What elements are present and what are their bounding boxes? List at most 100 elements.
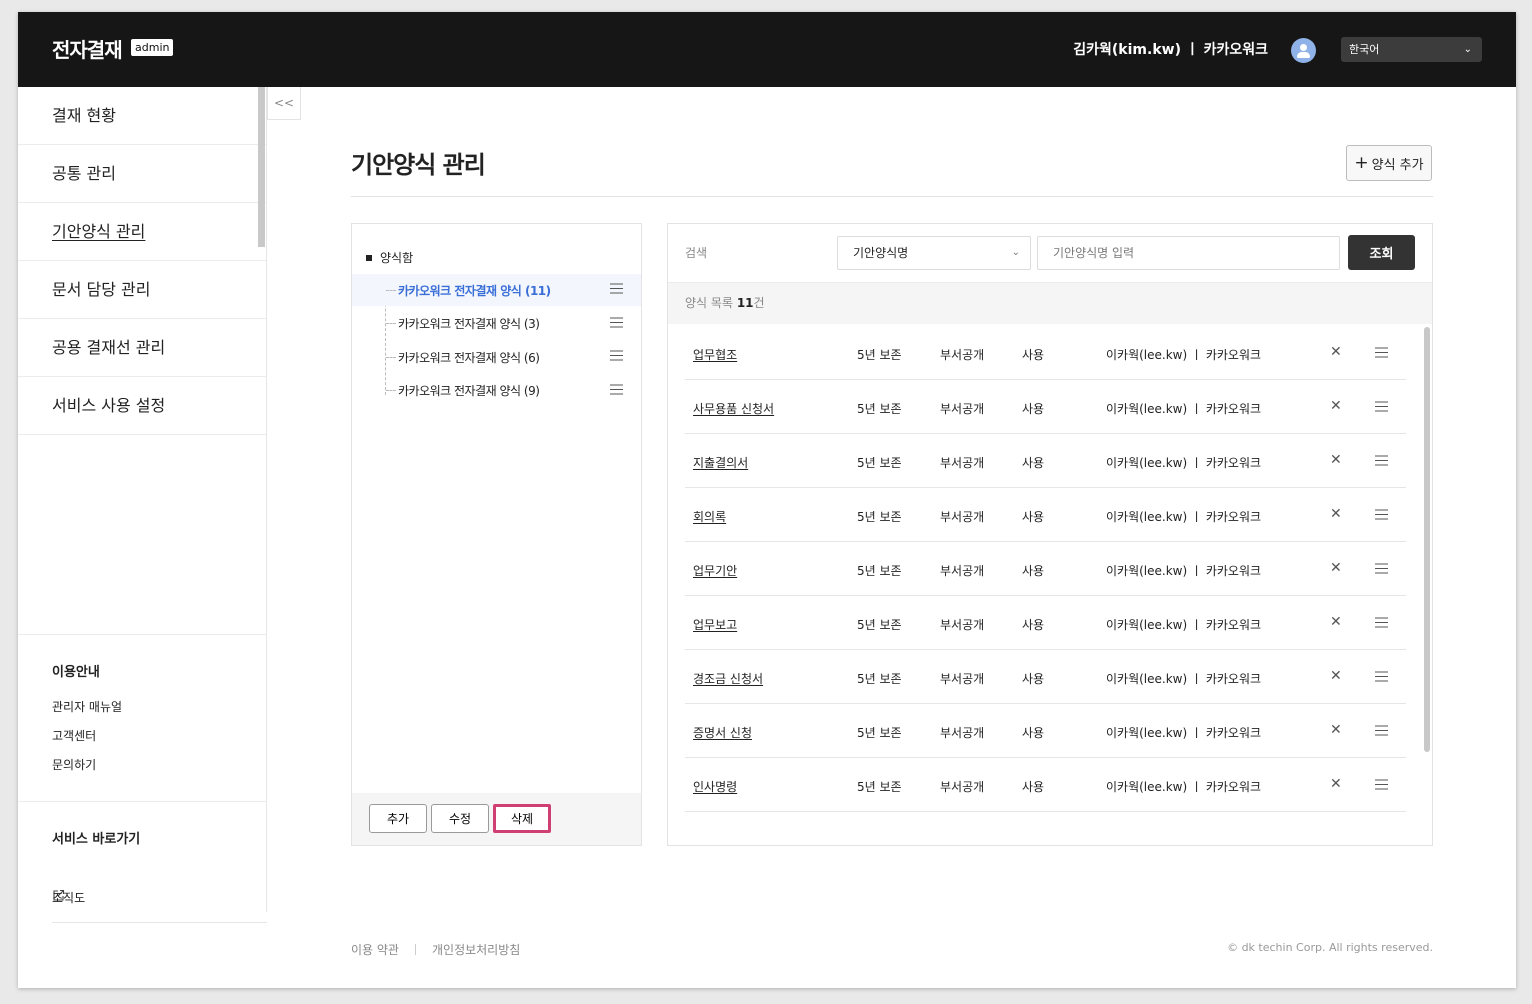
table-row: 지출결의서 5년 보존 부서공개 사용 이카웍(lee.kw) ㅣ 카카오워크 ✕ [685,434,1406,488]
close-icon[interactable]: ✕ [1330,398,1342,414]
form-name-link[interactable]: 업무기안 [693,562,737,579]
customer-center-link[interactable]: 고객센터 [52,727,267,744]
drag-menu-icon[interactable] [1375,455,1388,469]
search-input[interactable] [1037,236,1340,270]
owner-cell: 이카웍(lee.kw) ㅣ 카카오워크 [1106,780,1262,794]
drag-menu-icon[interactable] [610,283,623,297]
tree-delete-button[interactable]: 삭제 [493,804,551,833]
close-icon[interactable]: ✕ [1330,776,1342,792]
form-name-link[interactable]: 업무협조 [693,346,737,363]
language-value: 한국어 [1349,43,1380,56]
sidebar-item-label: 서비스 사용 설정 [52,396,166,415]
list-count-suffix: 건 [753,296,765,310]
status-cell: 사용 [1022,402,1045,416]
sidebar-collapse-button[interactable]: << [267,87,301,120]
terms-link[interactable]: 이용 약관 [351,941,399,958]
sidebar-item[interactable]: 서비스 사용 설정 [18,377,266,435]
form-name-link[interactable]: 업무보고 [693,616,737,633]
sidebar-scrollbar[interactable] [258,87,265,247]
status-cell: 사용 [1022,348,1045,362]
tree-add-button[interactable]: 추가 [369,804,427,833]
tree-item[interactable]: 카카오워크 전자결재 양식 (9) [352,375,641,407]
tree-item-label: 카카오워크 전자결재 양식 (3) [398,317,540,331]
search-field-select[interactable]: 기안양식명 ⌄ [837,236,1031,270]
visibility-cell: 부서공개 [940,564,985,578]
sidebar-item[interactable]: 기안양식 관리 [18,203,266,261]
retention-cell: 5년 보존 [857,780,902,794]
form-name-link[interactable]: 경조금 신청서 [693,670,763,687]
close-icon[interactable]: ✕ [1330,560,1342,576]
sidebar-item-label: 공통 관리 [52,164,116,183]
close-icon[interactable]: ✕ [1330,452,1342,468]
retention-cell: 5년 보존 [857,348,902,362]
page-title: 기안양식 관리 [351,151,486,179]
search-label: 검색 [685,246,708,260]
visibility-cell: 부서공개 [940,402,985,416]
sidebar-item[interactable]: 공통 관리 [18,145,266,203]
tree-edit-button[interactable]: 수정 [431,804,489,833]
app-brand[interactable]: 전자결재 [52,34,123,63]
owner-cell: 이카웍(lee.kw) ㅣ 카카오워크 [1106,456,1262,470]
search-button[interactable]: 조회 [1348,235,1415,270]
tree-item-label: 카카오워크 전자결재 양식 (9) [398,384,540,398]
privacy-link[interactable]: 개인정보처리방침 [432,941,520,958]
drag-menu-icon[interactable] [1375,725,1388,739]
tree-root[interactable]: 양식함 [366,249,413,266]
user-name: 김카웍(kim.kw) ㅣ 카카오워크 [1073,42,1268,58]
chevron-down-icon: ⌄ [1011,247,1020,258]
drag-menu-icon[interactable] [1375,617,1388,631]
org-chart-link[interactable]: 조직도 [52,869,267,923]
sidebar: 결재 현황공통 관리기안양식 관리 문서 담당 관리 공용 결재선 관리서비스 사용… [18,87,267,923]
drag-menu-icon[interactable] [610,350,623,364]
retention-cell: 5년 보존 [857,726,902,740]
close-icon[interactable]: ✕ [1330,722,1342,738]
plus-icon: + [1354,152,1369,173]
app-window: 전자결재 admin 김카웍(kim.kw) ㅣ 카카오워크 한국어 ⌄ 결재 … [18,12,1516,988]
tree-item-label: 카카오워크 전자결재 양식 (11) [398,283,551,298]
sidebar-item[interactable]: 문서 담당 관리 [18,261,266,319]
owner-cell: 이카웍(lee.kw) ㅣ 카카오워크 [1106,672,1262,686]
sidebar-item[interactable]: 결재 현황 [18,87,266,145]
drag-menu-icon[interactable] [1375,347,1388,361]
tree-item[interactable]: 카카오워크 전자결재 양식 (6) [352,341,641,373]
form-name-link[interactable]: 회의록 [693,508,726,525]
add-form-label: 양식 추가 [1371,157,1424,173]
admin-manual-link[interactable]: 관리자 매뉴얼 [52,698,267,715]
form-name-link[interactable]: 증명서 신청 [693,724,752,741]
language-select[interactable]: 한국어 ⌄ [1341,37,1482,62]
sidebar-item[interactable]: 공용 결재선 관리 [18,319,266,377]
retention-cell: 5년 보존 [857,510,902,524]
drag-menu-icon[interactable] [1375,563,1388,577]
retention-cell: 5년 보존 [857,402,902,416]
form-list: 업무협조 5년 보존 부서공개 사용 이카웍(lee.kw) ㅣ 카카오워크 ✕ 사무용품 … [685,326,1406,812]
list-summary-label: 양식 목록 [685,296,733,310]
tree-item[interactable]: 카카오워크 전자결재 양식 (11) [352,274,641,306]
owner-cell: 이카웍(lee.kw) ㅣ 카카오워크 [1106,564,1262,578]
drag-menu-icon[interactable] [610,316,623,331]
list-scrollbar[interactable] [1424,327,1430,752]
visibility-cell: 부서공개 [940,618,985,632]
owner-cell: 이카웍(lee.kw) ㅣ 카카오워크 [1106,726,1262,740]
drag-menu-icon[interactable] [1375,671,1388,685]
drag-menu-icon[interactable] [1375,509,1388,523]
close-icon[interactable]: ✕ [1330,614,1342,630]
drag-menu-icon[interactable] [1375,401,1388,415]
form-name-link[interactable]: 사무용품 신청서 [693,400,774,417]
tree-branch-line [386,323,396,324]
inquiry-link[interactable]: 문의하기 [52,756,267,773]
tree-item[interactable]: 카카오워크 전자결재 양식 (3) [352,308,641,340]
drag-menu-icon[interactable] [1375,779,1388,793]
drag-menu-icon[interactable] [610,383,623,398]
close-icon[interactable]: ✕ [1330,668,1342,684]
retention-cell: 5년 보존 [857,672,902,686]
retention-cell: 5년 보존 [857,564,902,578]
add-form-button[interactable]: + 양식 추가 [1346,145,1432,181]
user-avatar-icon[interactable] [1291,38,1316,63]
form-name-link[interactable]: 지출결의서 [693,454,748,471]
close-icon[interactable]: ✕ [1330,344,1342,360]
list-summary: 양식 목록 11건 [668,282,1432,324]
title-divider [351,196,1433,197]
form-name-link[interactable]: 인사명령 [693,778,737,795]
close-icon[interactable]: ✕ [1330,506,1342,522]
copyright: © dk techin Corp. All rights reserved. [1227,941,1433,954]
